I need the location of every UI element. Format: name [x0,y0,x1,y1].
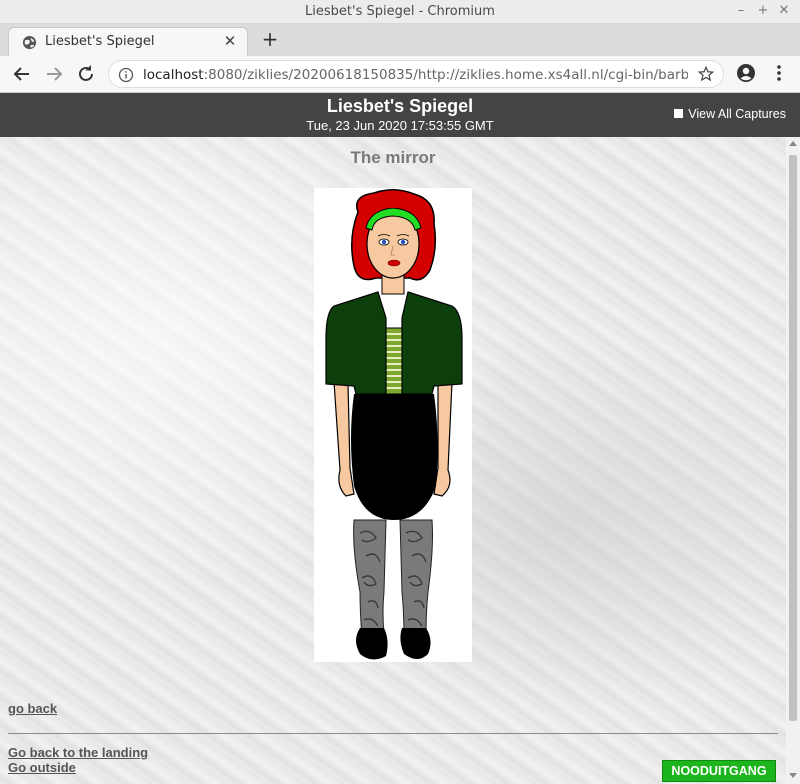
doll-image [314,188,472,662]
more-menu-icon[interactable] [770,63,788,83]
capture-timestamp: Tue, 23 Jun 2020 17:53:55 GMT [306,118,494,133]
window-titlebar: Liesbet's Spiegel - Chromium – + ✕ [0,0,800,24]
maximize-icon[interactable]: + [755,3,771,19]
emergency-exit-button[interactable]: NOODUITGANG [662,760,776,782]
back-arrow-icon[interactable] [10,62,34,86]
page-content: The mirror go back Go back to the landin… [0,137,800,784]
horizontal-divider [8,733,778,734]
scroll-up-arrow-icon[interactable] [789,141,797,146]
tab-close-icon[interactable]: ✕ [221,32,239,50]
calendar-icon [674,109,684,118]
vertical-scrollbar[interactable] [786,137,800,784]
url-text[interactable]: localhost:8080/ziklies/20200618150835/ht… [143,67,688,83]
tab-liesbets-spiegel[interactable]: Liesbet's Spiegel ✕ [8,27,248,56]
minimize-icon[interactable]: – [733,3,749,19]
banner-title: Liesbet's Spiegel [326,96,474,116]
archive-banner: Liesbet's Spiegel Tue, 23 Jun 2020 17:53… [0,93,800,137]
view-all-captures-link[interactable]: View All Captures [674,107,786,121]
profile-avatar-icon[interactable] [736,63,756,83]
globe-icon [22,35,37,50]
new-tab-icon[interactable]: + [258,28,282,52]
forward-arrow-icon[interactable] [42,62,66,86]
page-heading: The mirror [350,148,436,167]
close-icon[interactable]: ✕ [776,3,792,19]
bookmark-star-icon[interactable] [697,65,715,83]
go-back-link[interactable]: go back [8,701,57,716]
site-info-icon[interactable] [118,67,134,83]
tab-title: Liesbet's Spiegel [45,34,155,49]
go-back-to-landing-link[interactable]: Go back to the landing [8,745,148,760]
scrollbar-thumb[interactable] [789,155,797,721]
tab-strip: Liesbet's Spiegel ✕ + [0,24,800,56]
scroll-down-arrow-icon[interactable] [789,773,797,778]
go-outside-link[interactable]: Go outside [8,760,76,775]
reload-icon[interactable] [74,62,98,86]
address-bar[interactable]: localhost:8080/ziklies/20200618150835/ht… [108,60,724,88]
window-title: Liesbet's Spiegel - Chromium [305,4,495,19]
browser-toolbar: localhost:8080/ziklies/20200618150835/ht… [0,56,800,93]
